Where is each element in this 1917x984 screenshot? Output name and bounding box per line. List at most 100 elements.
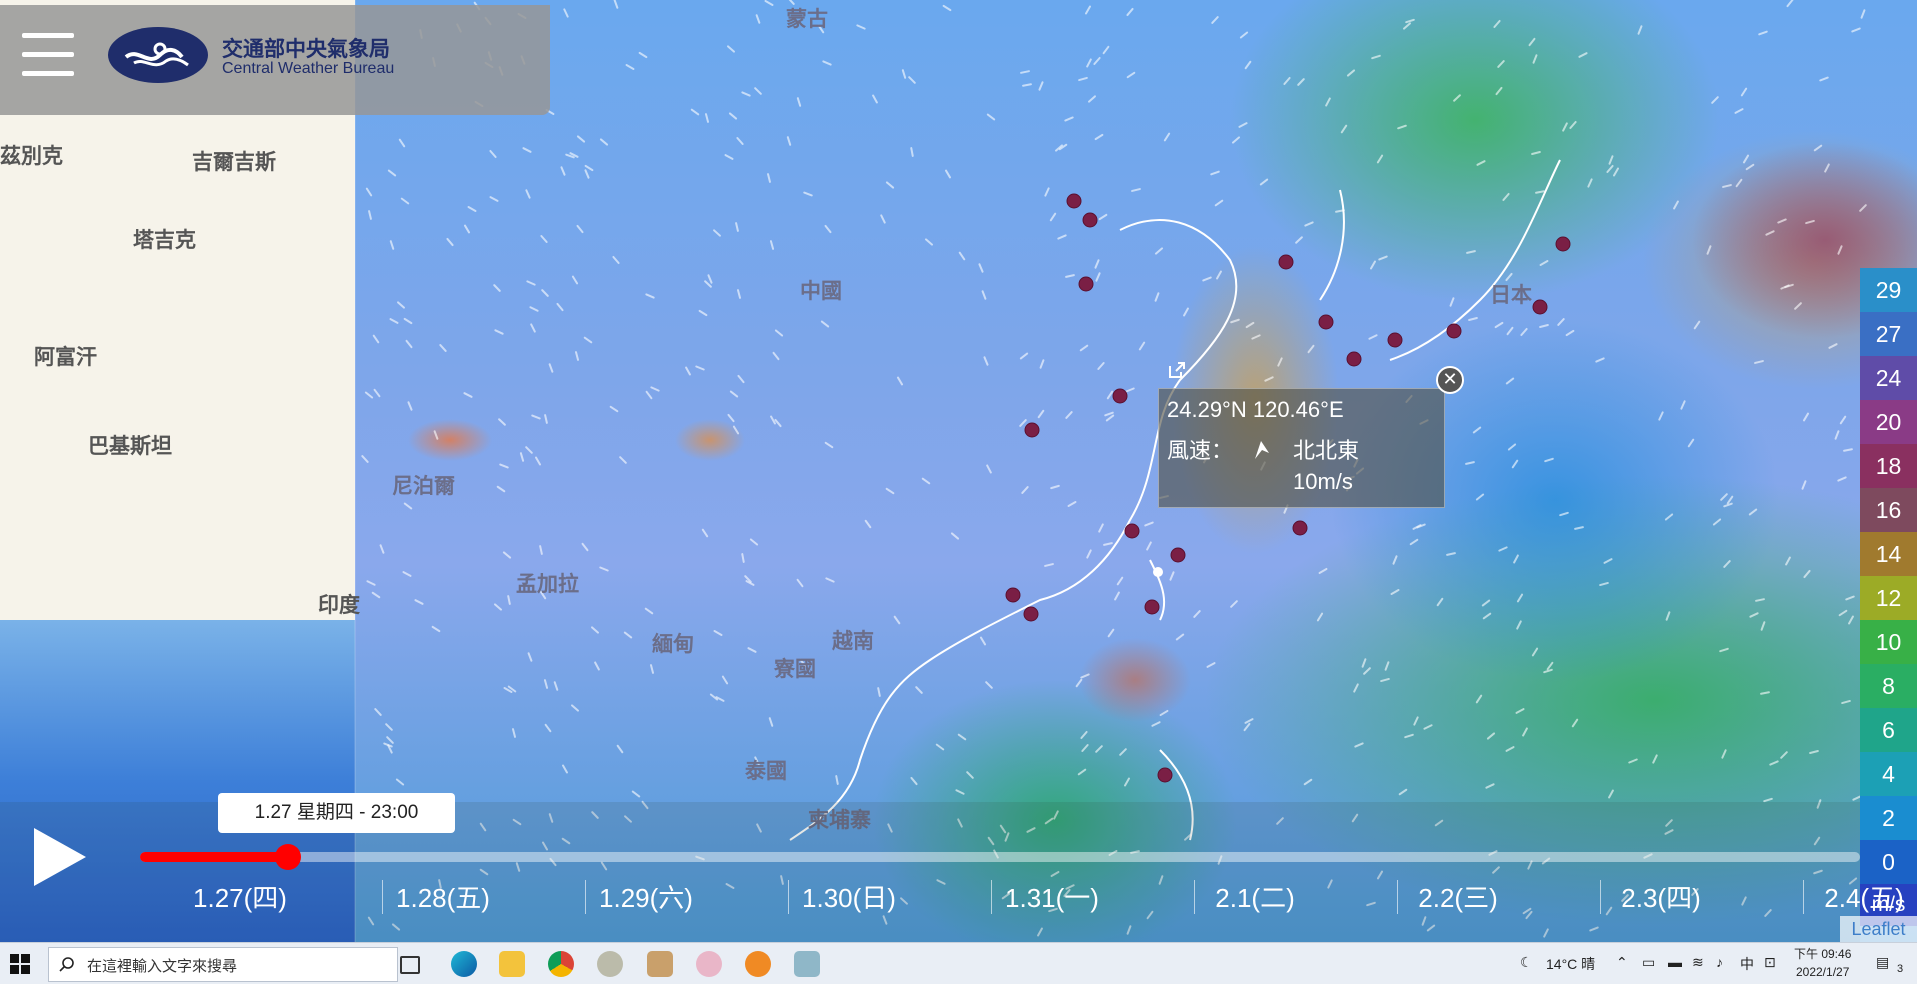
place-label: 印度 <box>318 594 360 617</box>
place-label: 茲別克 <box>0 145 63 168</box>
current-time-label: 1.27 星期四 - 23:00 <box>218 793 455 833</box>
city-marker[interactable] <box>1532 299 1548 315</box>
popup-wind-direction: 北北東 <box>1293 438 1360 463</box>
place-label: 蒙古 <box>786 8 828 31</box>
wifi-icon[interactable]: ≋ <box>1692 954 1704 971</box>
ime-indicator[interactable]: 中 <box>1740 954 1754 974</box>
timeline-progress <box>140 852 288 862</box>
play-button[interactable] <box>34 828 86 886</box>
legend-value: 18 <box>1860 444 1917 488</box>
blender-icon[interactable] <box>745 951 771 977</box>
notification-count: 3 <box>1897 963 1904 975</box>
popup-wind-label: 風速： <box>1167 438 1234 463</box>
timeline-day[interactable]: 1.30(日) <box>749 878 949 915</box>
legend-value: 2 <box>1860 796 1917 840</box>
search-icon <box>59 957 74 972</box>
weather-moon-icon[interactable]: ☾ <box>1520 954 1533 971</box>
place-label: 巴基斯坦 <box>88 435 172 458</box>
place-label: 吉爾吉斯 <box>192 151 276 174</box>
city-marker[interactable] <box>1066 193 1082 209</box>
city-marker[interactable] <box>1278 254 1294 270</box>
legend-value: 24 <box>1860 356 1917 400</box>
timeline-slider-handle[interactable] <box>275 844 301 870</box>
clock-time: 下午 09:46 <box>1794 947 1852 961</box>
legend-value: 20 <box>1860 400 1917 444</box>
edge-browser-icon[interactable] <box>451 951 477 977</box>
network-icon[interactable]: ▭ <box>1642 954 1655 971</box>
brand-title-en: Central Weather Bureau <box>222 60 395 77</box>
timeline-day[interactable]: 2.4(五) <box>1764 878 1917 915</box>
city-marker[interactable] <box>1318 314 1334 330</box>
external-link-icon[interactable] <box>1167 360 1187 380</box>
city-marker[interactable] <box>1082 212 1098 228</box>
place-label: 緬甸 <box>652 633 694 656</box>
timeline-day[interactable]: 1.27(四) <box>140 878 340 915</box>
volume-icon[interactable]: ♪ <box>1716 954 1723 970</box>
ime-mode-icon[interactable]: ⊡ <box>1764 954 1776 971</box>
legend-value: 14 <box>1860 532 1917 576</box>
timeline-day[interactable]: 1.28(五) <box>343 878 543 915</box>
app-icon-compass[interactable] <box>597 951 623 977</box>
place-label: 塔吉克 <box>133 229 196 252</box>
weather-status[interactable]: 14°C 晴 <box>1546 954 1595 974</box>
city-marker[interactable] <box>1005 587 1021 603</box>
hamburger-menu-button[interactable] <box>22 33 74 77</box>
legend-value: 29 <box>1860 268 1917 312</box>
city-marker[interactable] <box>1387 332 1403 348</box>
city-marker[interactable] <box>1555 236 1571 252</box>
place-label: 越南 <box>832 630 874 653</box>
timeline-day[interactable]: 2.2(三) <box>1358 878 1558 915</box>
place-label: 尼泊爾 <box>392 475 455 498</box>
timeline-day[interactable]: 1.29(六) <box>546 878 746 915</box>
windows-taskbar: 在這裡輸入文字來搜尋 ☾ 14°C 晴 ⌃ ▭ ▬ ≋ ♪ 中 ⊡ 下午 09:… <box>0 942 1917 984</box>
place-label: 孟加拉 <box>516 573 579 596</box>
app-icon-cube[interactable] <box>794 951 820 977</box>
battery-icon[interactable]: ▬ <box>1668 954 1682 970</box>
city-marker[interactable] <box>1144 599 1160 615</box>
timeline-day[interactable]: 2.3(四) <box>1561 878 1761 915</box>
city-marker[interactable] <box>1078 276 1094 292</box>
city-marker[interactable] <box>1292 520 1308 536</box>
app-icon-paint[interactable] <box>696 951 722 977</box>
city-marker[interactable] <box>1157 767 1173 783</box>
selected-point-marker <box>1153 567 1163 577</box>
leaflet-attribution-link[interactable]: Leaflet <box>1840 916 1917 942</box>
task-view-icon[interactable] <box>400 956 420 974</box>
cwb-logo <box>108 27 208 83</box>
timeline-day[interactable]: 1.31(一) <box>952 878 1152 915</box>
place-label: 泰國 <box>745 760 787 783</box>
timeline-day[interactable]: 2.1(二) <box>1155 878 1355 915</box>
legend-value: 12 <box>1860 576 1917 620</box>
city-marker[interactable] <box>1023 606 1039 622</box>
place-label: 日本 <box>1490 284 1532 307</box>
legend-value: 6 <box>1860 708 1917 752</box>
city-marker[interactable] <box>1124 523 1140 539</box>
legend-value: 27 <box>1860 312 1917 356</box>
place-label: 中國 <box>800 280 842 303</box>
timeline-track[interactable] <box>140 852 1860 862</box>
taskbar-search-box[interactable]: 在這裡輸入文字來搜尋 <box>48 947 398 982</box>
city-marker[interactable] <box>1446 323 1462 339</box>
windows-start-icon[interactable] <box>10 954 30 974</box>
popup-coordinates: 24.29°N 120.46°E <box>1167 397 1344 422</box>
taskbar-clock[interactable]: 下午 09:46 2022/1/27 <box>1794 945 1851 981</box>
notification-icon[interactable]: ▤ <box>1876 954 1889 971</box>
city-marker[interactable] <box>1112 388 1128 404</box>
legend-value: 10 <box>1860 620 1917 664</box>
city-marker[interactable] <box>1170 547 1186 563</box>
wind-direction-arrow-icon <box>1255 441 1269 459</box>
popup-close-button[interactable]: ✕ <box>1436 366 1464 394</box>
legend-value: 4 <box>1860 752 1917 796</box>
wind-speed-legend: 29 27 24 20 18 16 14 12 10 8 6 4 2 0 m/s <box>1860 268 1917 926</box>
file-explorer-icon[interactable] <box>499 951 525 977</box>
location-popup: 24.29°N 120.46°E 風速： 北北東 10m/s <box>1158 388 1445 508</box>
place-label: 寮國 <box>774 658 816 681</box>
app-icon-stamp[interactable] <box>647 951 673 977</box>
legend-value: 16 <box>1860 488 1917 532</box>
chrome-browser-icon[interactable] <box>548 951 574 977</box>
chevron-up-icon[interactable]: ⌃ <box>1616 954 1628 971</box>
app-header: 交通部中央氣象局 Central Weather Bureau <box>0 5 550 115</box>
city-marker[interactable] <box>1024 422 1040 438</box>
legend-value: 8 <box>1860 664 1917 708</box>
city-marker[interactable] <box>1346 351 1362 367</box>
